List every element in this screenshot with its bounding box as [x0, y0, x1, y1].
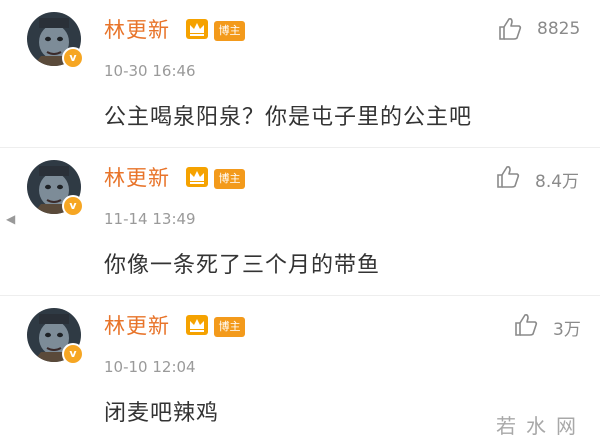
timestamp: 10-30 16:46 — [104, 62, 196, 80]
comment-item: v 林更新 博主 10-30 16:46 公主喝泉阳泉？你是屯子里的公主吧 88… — [0, 0, 600, 148]
thumbs-up-icon[interactable] — [513, 312, 539, 338]
username[interactable]: 林更新 — [104, 162, 170, 192]
thumbs-up-icon[interactable] — [495, 164, 521, 190]
blogger-badge: 博主 — [214, 317, 245, 337]
like-count: 8825 — [537, 19, 581, 39]
comment-text: 你像一条死了三个月的带鱼 — [104, 253, 381, 278]
comment-text: 闭麦吧辣鸡 — [104, 401, 220, 426]
blogger-badge: 博主 — [214, 21, 245, 41]
verified-badge-icon: v — [62, 195, 84, 217]
crown-icon — [186, 19, 208, 39]
like-count: 3万 — [553, 320, 581, 340]
like-count: 8.4万 — [535, 172, 580, 192]
crown-icon — [186, 167, 208, 187]
verified-badge-icon: v — [62, 343, 84, 365]
timestamp: 10-10 12:04 — [104, 358, 196, 376]
avatar[interactable]: v — [27, 160, 84, 217]
crown-icon — [186, 315, 208, 335]
username[interactable]: 林更新 — [104, 310, 170, 340]
blogger-badge: 博主 — [214, 169, 245, 189]
left-arrow-icon[interactable]: ◀ — [6, 212, 15, 226]
timestamp: 11-14 13:49 — [104, 210, 196, 228]
verified-badge-icon: v — [62, 47, 84, 69]
avatar[interactable]: v — [27, 308, 84, 365]
avatar[interactable]: v — [27, 12, 84, 69]
comment-text: 公主喝泉阳泉？你是屯子里的公主吧 — [104, 105, 473, 130]
thumbs-up-icon[interactable] — [497, 16, 523, 42]
watermark: 若水网 — [496, 414, 586, 438]
comment-item: v 林更新 博主 11-14 13:49 你像一条死了三个月的带鱼 8.4万 — [0, 148, 600, 296]
username[interactable]: 林更新 — [104, 14, 170, 44]
